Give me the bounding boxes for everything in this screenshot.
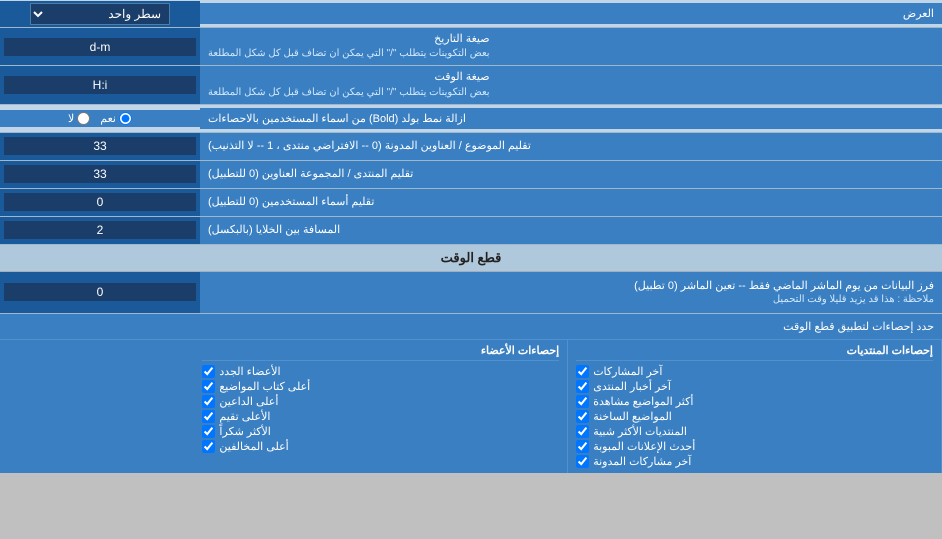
- checkbox-new-members-check[interactable]: [202, 365, 215, 378]
- checkbox-latest-ads[interactable]: [576, 440, 589, 453]
- member-stats-col: إحصاءات الأعضاء الأعضاء الجدد أعلى كتاب …: [194, 340, 568, 473]
- checkbox-most-thanks-check[interactable]: [202, 425, 215, 438]
- checkbox-new-members: الأعضاء الجدد: [202, 364, 559, 379]
- topic-order-label: تقليم الموضوع / العناوين المدونة (0 -- ا…: [200, 133, 942, 160]
- time-format-input[interactable]: [4, 76, 196, 94]
- checkbox-item-4: المواضيع الساخنة: [576, 409, 933, 424]
- cut-time-data-input-container: [0, 272, 200, 313]
- date-format-sublabel: بعض التكوينات يتطلب "/" التي يمكن ان تضا…: [208, 47, 490, 61]
- checkbox-top-writers-check[interactable]: [202, 380, 215, 393]
- display-label: العرض: [200, 3, 942, 24]
- checkbox-most-thanks: الأكثر شكراً: [202, 424, 559, 439]
- checkbox-top-inviters: أعلى الداعين: [202, 394, 559, 409]
- forum-order-label: تقليم المنتدى / المجموعة العناوين (0 للت…: [200, 161, 942, 188]
- bold-remove-options: نعم لا: [0, 110, 200, 127]
- limit-label: حدد إحصاءات لتطبيق قطع الوقت: [0, 316, 942, 337]
- checkbox-item-5: المنتديات الأكثر شبية: [576, 424, 933, 439]
- checkbox-popular-forums[interactable]: [576, 425, 589, 438]
- checkbox-forum-news[interactable]: [576, 380, 589, 393]
- time-format-input-container: [0, 66, 200, 103]
- bold-remove-row: ازالة نمط بولد (Bold) من اسماء المستخدمي…: [0, 105, 942, 133]
- checkbox-top-writers: أعلى كتاب المواضيع: [202, 379, 559, 394]
- topic-order-row: تقليم الموضوع / العناوين المدونة (0 -- ا…: [0, 133, 942, 161]
- checkbox-top-violators: أعلى المخالفين: [202, 439, 559, 454]
- time-format-row: صيغة الوقت بعض التكوينات يتطلب "/" التي …: [0, 66, 942, 104]
- cell-distance-label: المسافة بين الخلايا (بالبكسل): [200, 217, 942, 244]
- checkbox-top-violators-check[interactable]: [202, 440, 215, 453]
- checkbox-hot-topics[interactable]: [576, 410, 589, 423]
- bold-no-radio[interactable]: [77, 112, 90, 125]
- checkbox-item-1: آخر المشاركات: [576, 364, 933, 379]
- checkbox-item-3: أكثر المواضيع مشاهدة: [576, 394, 933, 409]
- bold-yes-radio[interactable]: [119, 112, 132, 125]
- checkbox-blog-posts[interactable]: [576, 455, 589, 468]
- date-format-input-container: [0, 28, 200, 65]
- display-select-container: سطر واحد سطرين ثلاثة أسطر: [0, 1, 200, 27]
- username-order-input[interactable]: [4, 193, 196, 211]
- cell-distance-row: المسافة بين الخلايا (بالبكسل): [0, 217, 942, 245]
- checkboxes-container: إحصاءات المنتديات آخر المشاركات آخر أخبا…: [0, 340, 942, 473]
- checkbox-item-6: أحدث الإعلانات المبوبة: [576, 439, 933, 454]
- bold-yes-label[interactable]: نعم: [100, 112, 132, 125]
- cut-time-data-input[interactable]: [4, 283, 196, 301]
- checkbox-most-viewed[interactable]: [576, 395, 589, 408]
- username-order-input-container: [0, 189, 200, 216]
- date-format-row: صيغة التاريخ بعض التكوينات يتطلب "/" الت…: [0, 28, 942, 66]
- checkbox-item-2: آخر أخبار المنتدى: [576, 379, 933, 394]
- bold-no-label[interactable]: لا: [68, 112, 90, 125]
- forum-stats-header: إحصاءات المنتديات: [576, 344, 933, 361]
- display-select[interactable]: سطر واحد سطرين ثلاثة أسطر: [30, 3, 170, 25]
- checkbox-item-7: آخر مشاركات المدونة: [576, 454, 933, 469]
- member-stats-header: إحصاءات الأعضاء: [202, 344, 559, 361]
- cut-time-header: قطع الوقت: [0, 245, 942, 272]
- bold-remove-label: ازالة نمط بولد (Bold) من اسماء المستخدمي…: [200, 108, 942, 129]
- cut-time-data-row: فرز البيانات من يوم الماشر الماضي فقط --…: [0, 272, 942, 314]
- checkbox-top-rated: الأعلى تقيم: [202, 409, 559, 424]
- forum-order-input[interactable]: [4, 165, 196, 183]
- cell-distance-input-container: [0, 217, 200, 244]
- date-format-input[interactable]: [4, 38, 196, 56]
- forum-order-row: تقليم المنتدى / المجموعة العناوين (0 للت…: [0, 161, 942, 189]
- topic-order-input[interactable]: [4, 137, 196, 155]
- time-format-sublabel: بعض التكوينات يتطلب "/" التي يمكن ان تضا…: [208, 86, 490, 100]
- checkbox-last-posts[interactable]: [576, 365, 589, 378]
- username-order-row: تقليم أسماء المستخدمين (0 للتطبيل): [0, 189, 942, 217]
- topic-order-input-container: [0, 133, 200, 160]
- forum-stats-col: إحصاءات المنتديات آخر المشاركات آخر أخبا…: [568, 340, 942, 473]
- forum-order-input-container: [0, 161, 200, 188]
- username-order-label: تقليم أسماء المستخدمين (0 للتطبيل): [200, 189, 942, 216]
- extra-col: [0, 340, 194, 473]
- checkbox-top-rated-check[interactable]: [202, 410, 215, 423]
- cell-distance-input[interactable]: [4, 221, 196, 239]
- date-format-label: صيغة التاريخ بعض التكوينات يتطلب "/" الت…: [200, 28, 942, 65]
- checkbox-top-inviters-check[interactable]: [202, 395, 215, 408]
- time-format-label: صيغة الوقت بعض التكوينات يتطلب "/" التي …: [200, 66, 942, 103]
- limit-label-row: حدد إحصاءات لتطبيق قطع الوقت: [0, 314, 942, 340]
- cut-time-data-label: فرز البيانات من يوم الماشر الماضي فقط --…: [200, 272, 942, 313]
